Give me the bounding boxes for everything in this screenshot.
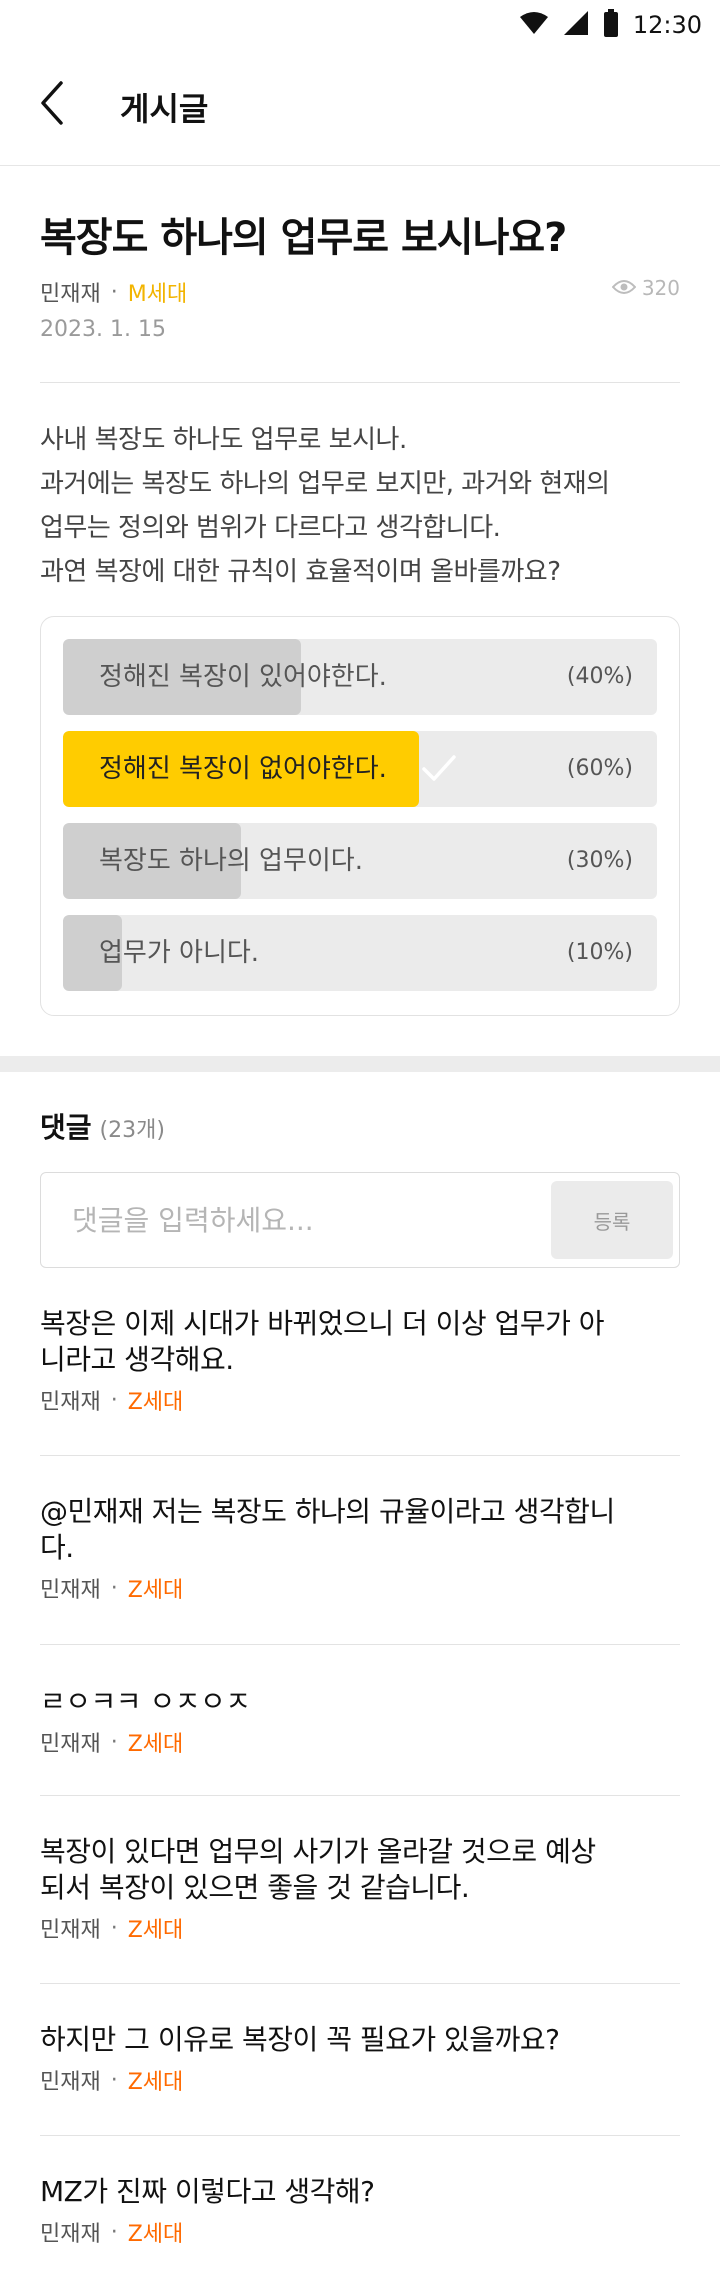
divider bbox=[40, 1983, 680, 1984]
post-body-line: 과거에는 복장도 하나의 업무로 보지만, 과거와 현재의 bbox=[40, 469, 610, 499]
post-body: 사내 복장도 하나도 업무로 보시나. 과거에는 복장도 하나의 업무로 보지만… bbox=[40, 418, 690, 594]
divider bbox=[40, 2135, 680, 2136]
poll-option-label: 업무가 아니다. bbox=[99, 938, 260, 968]
divider bbox=[40, 1795, 680, 1796]
header-title: 게시글 bbox=[120, 90, 209, 128]
status-time: 12:30 bbox=[632, 11, 702, 39]
comment-text: 복장이 있다면 업무의 사기가 올라갈 것으로 예상되서 복장이 있으면 좋을 … bbox=[40, 1835, 596, 1904]
poll-option-percent: (40%) bbox=[566, 664, 633, 689]
meta-separator: · bbox=[110, 2067, 118, 2093]
meta-separator: · bbox=[110, 2219, 118, 2245]
submit-comment-button[interactable]: 등록 bbox=[551, 1181, 673, 1259]
post-author: 민재재 bbox=[40, 282, 101, 307]
poll: 정해진 복장이 있어야한다. (40%) 정해진 복장이 없어야한다. (60%… bbox=[40, 616, 680, 1016]
comment-text: ㄹㅇㅋㅋ ㅇㅈㅇㅈ bbox=[40, 1685, 251, 1718]
comment-generation-badge: Z세대 bbox=[127, 1578, 184, 1603]
post-body-line: 사내 복장도 하나도 업무로 보시나. bbox=[40, 425, 407, 455]
back-arrow-icon bbox=[40, 81, 64, 129]
poll-option[interactable]: 업무가 아니다. (10%) bbox=[63, 915, 657, 991]
comment-generation-badge: Z세대 bbox=[127, 2070, 184, 2095]
poll-option-label: 정해진 복장이 있어야한다. bbox=[99, 662, 387, 692]
app-header: 게시글 bbox=[0, 50, 720, 166]
comment-author: 민재재 bbox=[40, 1732, 101, 1757]
post-title: 복장도 하나의 업무로 보시나요? bbox=[40, 215, 567, 261]
poll-option-label: 정해진 복장이 없어야한다. bbox=[99, 754, 387, 784]
checkmark-icon bbox=[421, 753, 457, 785]
status-icons: 12:30 bbox=[519, 9, 702, 41]
comment-text: @민재재 저는 복장도 하나의 규율이라고 생각합니다. bbox=[40, 1495, 615, 1564]
comment-text: 복장은 이제 시대가 바뀌었으니 더 이상 업무가 아니라고 생각해요. bbox=[40, 1307, 605, 1376]
poll-option[interactable]: 정해진 복장이 있어야한다. (40%) bbox=[63, 639, 657, 715]
comment-generation-badge: Z세대 bbox=[127, 2222, 184, 2247]
divider bbox=[40, 382, 680, 383]
view-count-value: 320 bbox=[641, 276, 680, 300]
divider bbox=[40, 1644, 680, 1645]
meta-separator: · bbox=[110, 1729, 118, 1755]
comment-generation-badge: Z세대 bbox=[127, 1918, 184, 1943]
divider bbox=[40, 1455, 680, 1456]
comment-generation-badge: Z세대 bbox=[127, 1732, 184, 1757]
comment-item: 복장이 있다면 업무의 사기가 올라갈 것으로 예상되서 복장이 있으면 좋을 … bbox=[40, 1834, 680, 1944]
meta-separator: · bbox=[110, 279, 118, 305]
comment-text: 하지만 그 이유로 복장이 꼭 필요가 있을까요? bbox=[40, 2023, 560, 2056]
comments-title: 댓글 bbox=[40, 1111, 92, 1144]
comment-author: 민재재 bbox=[40, 1390, 101, 1415]
comment-form: 등록 bbox=[40, 1172, 680, 1268]
comment-item: @민재재 저는 복장도 하나의 규율이라고 생각합니다. 민재재 · Z세대 bbox=[40, 1494, 680, 1604]
view-count: 320 bbox=[611, 276, 680, 300]
comment-author: 민재재 bbox=[40, 1578, 101, 1603]
comment-item: 복장은 이제 시대가 바뀌었으니 더 이상 업무가 아니라고 생각해요. 민재재… bbox=[40, 1306, 680, 1416]
comments-header: 댓글 (23개) bbox=[40, 1106, 165, 1146]
poll-option-percent: (60%) bbox=[566, 756, 633, 781]
comment-meta: 민재재 · Z세대 bbox=[40, 1572, 680, 1604]
post-body-line: 업무는 정의와 범위가 다르다고 생각합니다. bbox=[40, 513, 501, 543]
meta-separator: · bbox=[110, 1575, 118, 1601]
comment-author: 민재재 bbox=[40, 1918, 101, 1943]
post-body-line: 과연 복장에 대한 규칙이 효율적이며 올바를까요? bbox=[40, 557, 561, 587]
post-date: 2023. 1. 15 bbox=[40, 317, 166, 342]
wifi-icon bbox=[519, 11, 549, 39]
comment-item: 하지만 그 이유로 복장이 꼭 필요가 있을까요? 민재재 · Z세대 bbox=[40, 2022, 680, 2096]
back-button[interactable] bbox=[40, 80, 90, 130]
comment-meta: 민재재 · Z세대 bbox=[40, 1726, 680, 1758]
battery-icon bbox=[603, 9, 619, 41]
comment-generation-badge: Z세대 bbox=[127, 1390, 184, 1415]
comment-meta: 민재재 · Z세대 bbox=[40, 1912, 680, 1944]
comment-author: 민재재 bbox=[40, 2070, 101, 2095]
poll-option[interactable]: 복장도 하나의 업무이다. (30%) bbox=[63, 823, 657, 899]
post-meta: 민재재 · M세대 bbox=[40, 276, 187, 308]
meta-separator: · bbox=[110, 1387, 118, 1413]
comment-meta: 민재재 · Z세대 bbox=[40, 2216, 680, 2248]
comment-author: 민재재 bbox=[40, 2222, 101, 2247]
poll-option-label: 복장도 하나의 업무이다. bbox=[99, 846, 363, 876]
comment-item: ㄹㅇㅋㅋ ㅇㅈㅇㅈ 민재재 · Z세대 bbox=[40, 1684, 680, 1758]
poll-option-percent: (30%) bbox=[566, 848, 633, 873]
comment-text: MZ가 진짜 이렇다고 생각해? bbox=[40, 2175, 375, 2208]
comment-item: MZ가 진짜 이렇다고 생각해? 민재재 · Z세대 bbox=[40, 2174, 680, 2248]
poll-option[interactable]: 정해진 복장이 없어야한다. (60%) bbox=[63, 731, 657, 807]
post-generation-badge: M세대 bbox=[127, 282, 188, 307]
section-divider bbox=[0, 1056, 720, 1072]
eye-icon bbox=[611, 276, 637, 300]
signal-icon bbox=[563, 10, 589, 40]
comment-meta: 민재재 · Z세대 bbox=[40, 2064, 680, 2096]
meta-separator: · bbox=[110, 1915, 118, 1941]
poll-option-percent: (10%) bbox=[566, 940, 633, 965]
comments-count: (23개) bbox=[99, 1118, 165, 1143]
comment-input[interactable] bbox=[42, 1174, 542, 1266]
status-bar: 12:30 bbox=[0, 0, 720, 50]
comment-meta: 민재재 · Z세대 bbox=[40, 1384, 680, 1416]
